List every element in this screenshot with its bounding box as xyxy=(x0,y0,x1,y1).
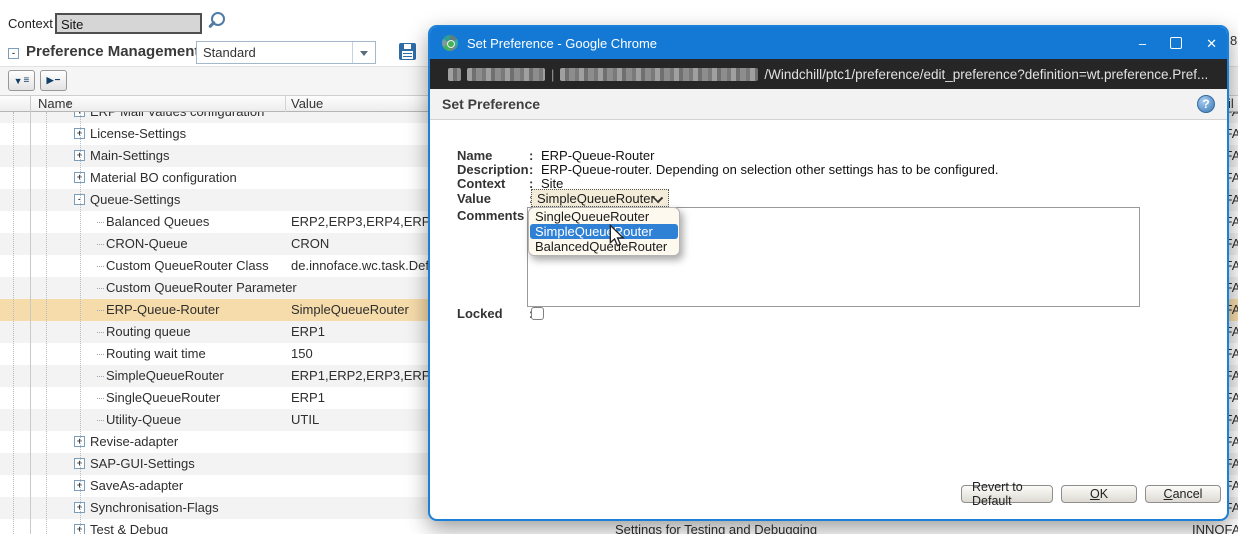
mouse-cursor xyxy=(608,224,626,251)
minimize-icon[interactable]: – xyxy=(1139,37,1146,50)
option-single-queue-router[interactable]: SingleQueueRouter xyxy=(530,209,678,224)
tree-guide xyxy=(80,112,81,534)
value-select[interactable]: SimpleQueueRouter xyxy=(531,189,669,207)
value-select-dropdown: SingleQueueRouter SimpleQueueRouter Bala… xyxy=(528,207,680,256)
background-fragment: 8 xyxy=(1230,33,1237,48)
redacted-url-part xyxy=(560,68,758,81)
tree-guide xyxy=(46,112,47,534)
column-header-value[interactable]: Value xyxy=(291,96,323,112)
dialog-body: Name ERP-Queue-Router Description ERP-Queu… xyxy=(430,120,1227,519)
dialog-header: Set Preference ? xyxy=(430,89,1227,120)
table-row[interactable]: +Test & DebugSettings for Testing and De… xyxy=(0,519,1238,534)
url-separator: | xyxy=(551,67,554,82)
redacted-url-part xyxy=(467,68,545,81)
option-balanced-queue-router[interactable]: BalancedQueueRouter xyxy=(530,239,678,254)
collapse-section-icon[interactable]: - xyxy=(8,48,19,59)
redacted-site-icon xyxy=(448,68,461,81)
profile-dropdown[interactable]: Standard xyxy=(196,41,376,64)
window-titlebar[interactable]: Set Preference - Google Chrome – ✕ xyxy=(430,27,1227,59)
column-divider xyxy=(30,95,31,534)
windchill-favicon xyxy=(442,35,458,51)
window-title: Set Preference - Google Chrome xyxy=(467,36,657,51)
cancel-button[interactable]: Cancel xyxy=(1145,485,1221,503)
tree-guide xyxy=(13,112,14,534)
filter-sort-button[interactable]: ▼≡ xyxy=(8,70,35,91)
search-icon[interactable] xyxy=(208,12,226,30)
value-label: Value xyxy=(457,191,529,206)
set-preference-window: Set Preference - Google Chrome – ✕ | /Wi… xyxy=(428,25,1229,521)
context-label: Context xyxy=(8,16,53,31)
context-label: Context xyxy=(457,176,529,191)
help-icon[interactable]: ? xyxy=(1197,95,1215,113)
maximize-icon[interactable] xyxy=(1170,37,1182,49)
column-divider xyxy=(285,95,286,112)
value-select-text: SimpleQueueRouter xyxy=(537,191,655,206)
dialog-buttons: Revert to Default OK Cancel xyxy=(961,485,1221,503)
locked-checkbox[interactable] xyxy=(531,307,544,320)
ok-button[interactable]: OK xyxy=(1061,485,1137,503)
close-icon[interactable]: ✕ xyxy=(1206,37,1217,50)
save-icon[interactable] xyxy=(399,43,416,60)
option-simple-queue-router[interactable]: SimpleQueueRouter xyxy=(530,224,678,239)
sort-ascending-icon[interactable]: ↑ xyxy=(66,96,72,112)
screen: Context - Preference Management Standard… xyxy=(0,0,1238,534)
chevron-down-icon[interactable] xyxy=(352,42,375,63)
page-title: Preference Management xyxy=(26,43,199,60)
context-input[interactable] xyxy=(55,13,202,34)
locked-label: Locked xyxy=(457,306,529,321)
profile-dropdown-value: Standard xyxy=(203,45,256,60)
collapse-all-button[interactable]: ▶− xyxy=(40,70,67,91)
browser-url-bar[interactable]: | /Windchill/ptc1/preference/edit_prefer… xyxy=(430,59,1227,89)
description-value: ERP-Queue-router. Depending on selection… xyxy=(541,162,998,177)
revert-to-default-button[interactable]: Revert to Default xyxy=(961,485,1053,503)
url-text: /Windchill/ptc1/preference/edit_preferen… xyxy=(764,67,1208,82)
description-label: Description xyxy=(457,162,529,177)
name-value: ERP-Queue-Router xyxy=(541,148,654,163)
name-label: Name xyxy=(457,148,529,163)
comments-label: Comments xyxy=(457,208,529,223)
dialog-title: Set Preference xyxy=(442,96,540,112)
